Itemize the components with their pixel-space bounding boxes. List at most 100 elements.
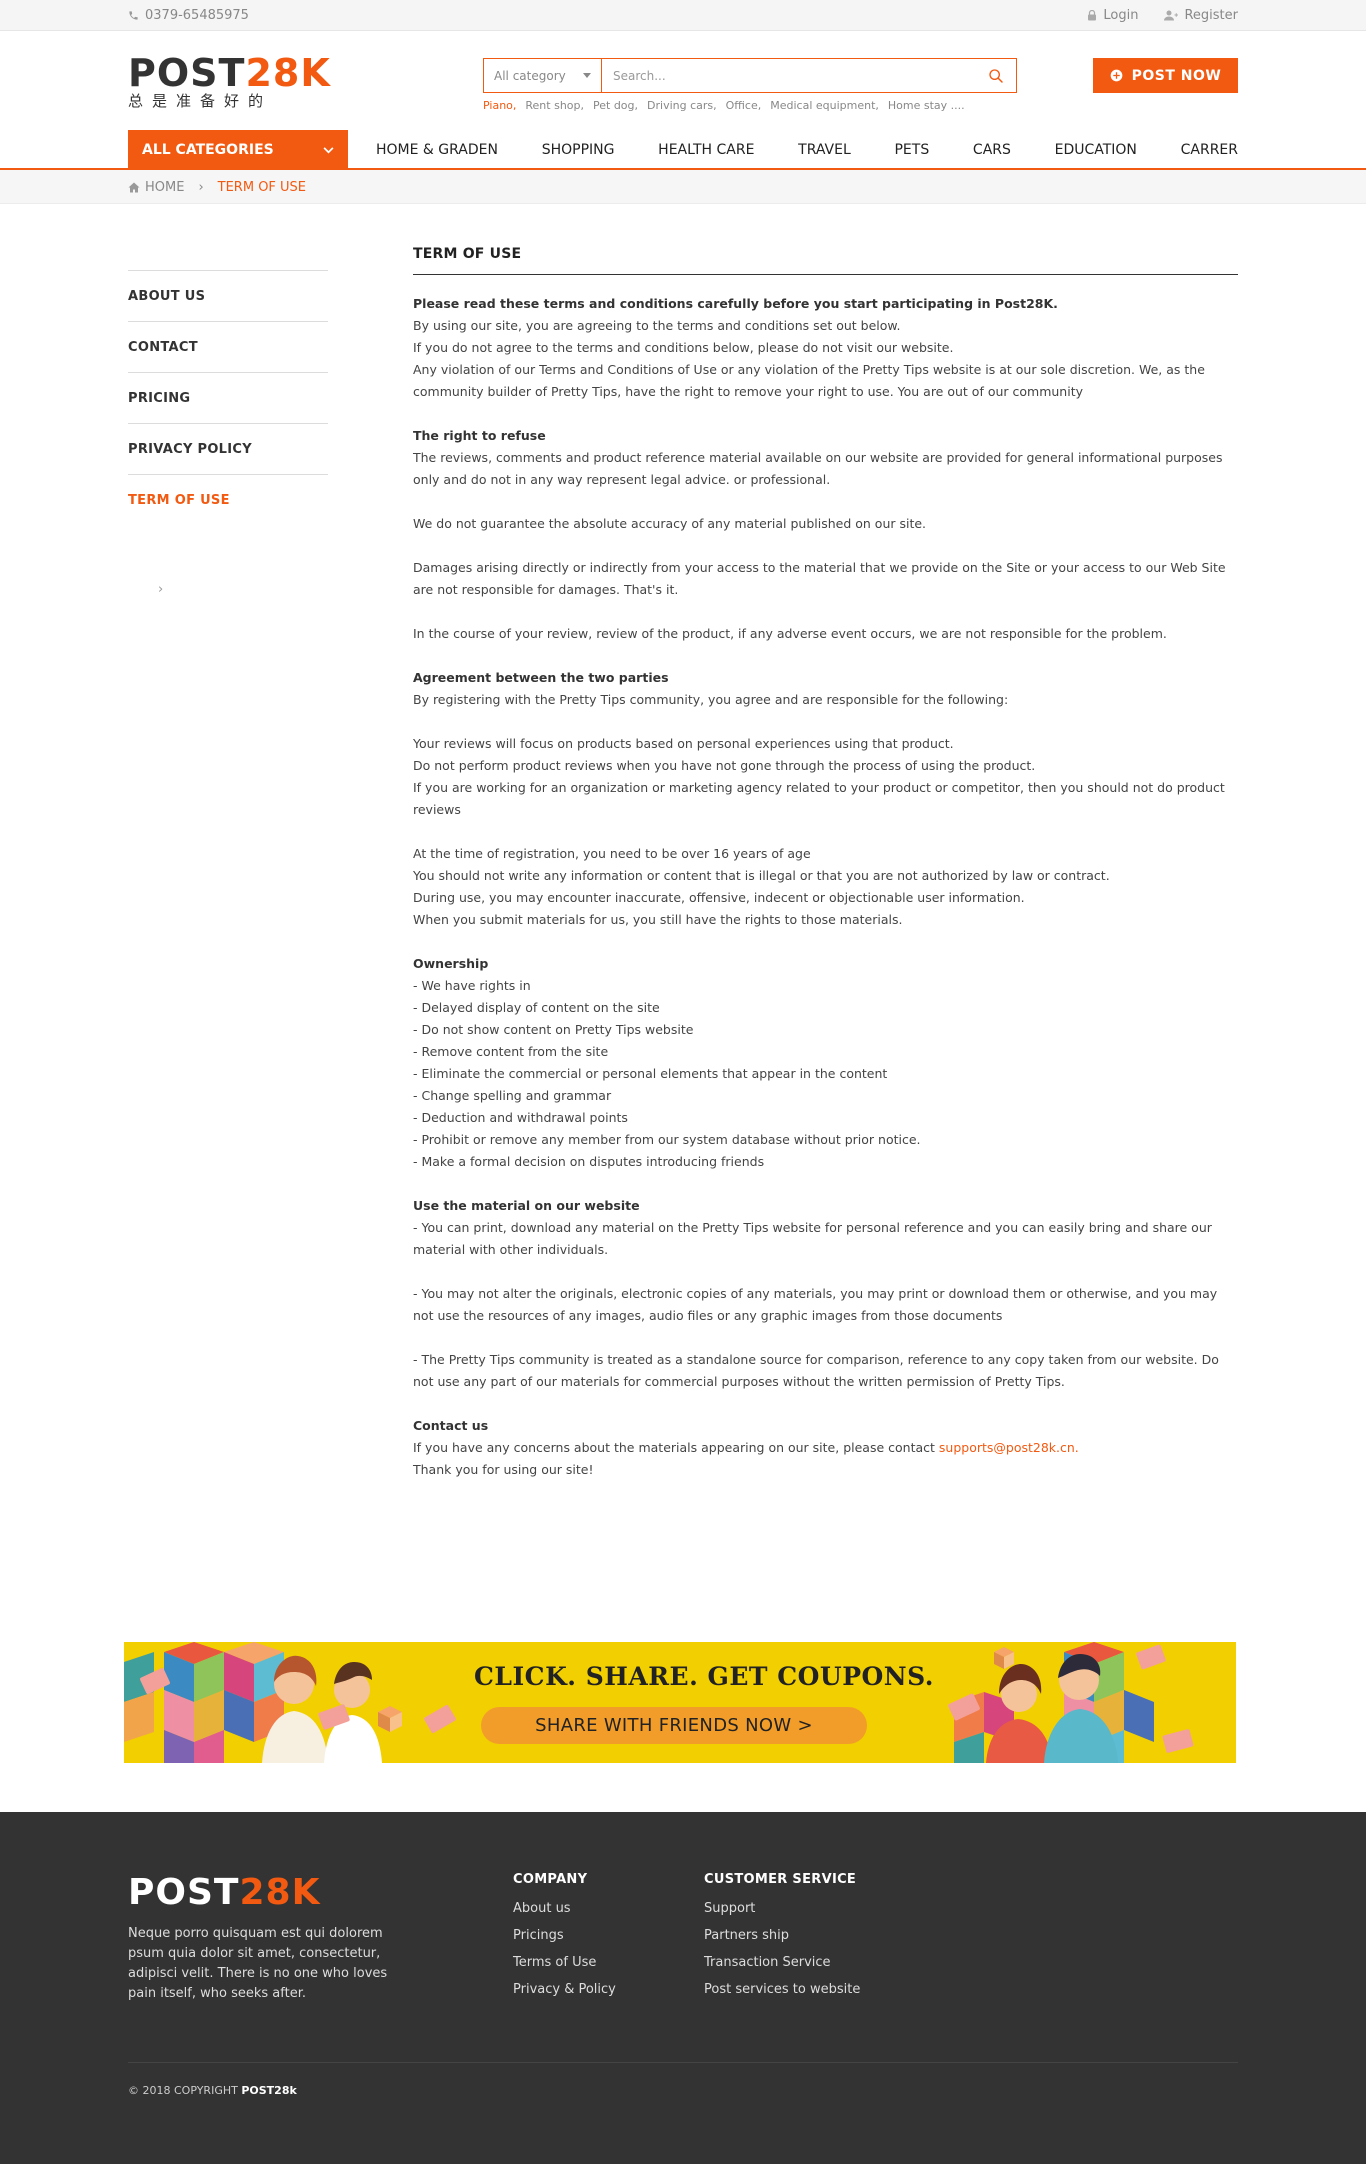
post-now-label: POST NOW [1131, 67, 1222, 84]
logo-main-text: POST [128, 51, 246, 95]
footer-link-pricings[interactable]: Pricings [513, 1927, 616, 1945]
nav-item-pets[interactable]: PETS [894, 142, 929, 158]
category-select-value: All category [494, 68, 566, 83]
all-categories-button[interactable]: ALL CATEGORIES [128, 130, 348, 170]
header: POST28K 总是准备好的 All category Piano, Rent … [0, 31, 1366, 130]
list-item: - Do not show content on Pretty Tips web… [413, 1022, 694, 1037]
search-tag[interactable]: Pet dog, [593, 99, 638, 112]
copyright-text: © 2018 COPYRIGHT [128, 2084, 238, 2097]
section-heading: The right to refuse [413, 428, 546, 443]
paragraph: When you submit materials for us, you st… [413, 912, 903, 927]
coupon-banner[interactable]: CLICK. SHARE. GET COUPONS. SHARE WITH FR… [124, 1642, 1236, 1763]
search-tag[interactable]: Medical equipment, [770, 99, 879, 112]
phone-number: 0379-65485975 [145, 8, 249, 23]
paragraph: Thank you for using our site! [413, 1462, 594, 1477]
nav-item-education[interactable]: EDUCATION [1055, 142, 1137, 158]
footer-logo[interactable]: POST28K [128, 1872, 320, 1913]
footer-company-column: COMPANY About us Pricings Terms of Use P… [513, 1872, 616, 2008]
paragraph: In the course of your review, review of … [413, 626, 1167, 641]
paragraph: By using our site, you are agreeing to t… [413, 318, 901, 333]
nav-item-cars[interactable]: CARS [973, 142, 1011, 158]
nav-item-shopping[interactable]: SHOPPING [542, 142, 615, 158]
nav-item-travel[interactable]: TRAVEL [798, 142, 851, 158]
nav-item-health-care[interactable]: HEALTH CARE [658, 142, 754, 158]
search-bar: All category [483, 58, 1017, 93]
list-item: - Prohibit or remove any member from our… [413, 1132, 921, 1147]
breadcrumb-current: TERM OF USE [217, 179, 307, 195]
category-select[interactable]: All category [484, 59, 602, 92]
footer-link-transaction-service[interactable]: Transaction Service [704, 1954, 860, 1972]
footer-description: Neque porro quisquam est qui dolorem psu… [128, 1926, 388, 2001]
banner-title: CLICK. SHARE. GET COUPONS. [474, 1662, 934, 1691]
list-item: - Eliminate the commercial or personal e… [413, 1066, 888, 1081]
paragraph: During use, you may encounter inaccurate… [413, 890, 1025, 905]
lock-icon [1088, 10, 1097, 21]
site-logo[interactable]: POST28K 总是准备好的 [128, 54, 331, 110]
footer-logo-main: POST [128, 1872, 240, 1913]
search-input[interactable] [602, 59, 976, 92]
main-content: ABOUT US CONTACT PRICING PRIVACY POLICY … [128, 204, 1238, 1584]
search-tag[interactable]: Home stay .... [888, 99, 965, 112]
sidebar-item-contact[interactable]: CONTACT [128, 321, 328, 372]
sidebar-item-term-of-use[interactable]: TERM OF USE [128, 474, 328, 525]
phone-icon [129, 11, 138, 20]
sidebar-item-pricing[interactable]: PRICING [128, 372, 328, 423]
sidebar-item-about-us[interactable]: ABOUT US [128, 270, 328, 321]
plus-circle-icon [1110, 69, 1122, 82]
list-item: - Delayed display of content on the site [413, 1000, 660, 1015]
footer-divider [128, 2062, 1238, 2063]
footer-column-title: CUSTOMER SERVICE [704, 1872, 857, 1887]
add-user-icon [1164, 10, 1179, 21]
footer-link-post-services[interactable]: Post services to website [704, 1981, 860, 1999]
paragraph: - You can print, download any material o… [413, 1220, 1212, 1257]
footer-link-partners-ship[interactable]: Partners ship [704, 1927, 860, 1945]
search-tag[interactable]: Rent shop, [525, 99, 584, 112]
search-tag[interactable]: Piano, [483, 99, 516, 112]
paragraph: If you have any concerns about the mater… [413, 1437, 1238, 1459]
banner-illustration [124, 1642, 1194, 1763]
paragraph: Damages arising directly or indirectly f… [413, 560, 1226, 597]
home-icon [128, 182, 140, 192]
paragraph: Do not perform product reviews when you … [413, 758, 1036, 773]
chevron-down-icon [323, 146, 334, 153]
section-heading: Use the material on our website [413, 1198, 640, 1213]
search-button[interactable] [976, 59, 1016, 92]
share-with-friends-button[interactable]: SHARE WITH FRIENDS NOW > [481, 1707, 867, 1744]
paragraph: By registering with the Pretty Tips comm… [413, 692, 1009, 707]
list-item: - Remove content from the site [413, 1044, 609, 1059]
nav-item-home-garden[interactable]: HOME & GRADEN [376, 142, 498, 158]
search-tag[interactable]: Office, [726, 99, 762, 112]
footer-link-support[interactable]: Support [704, 1900, 860, 1918]
search-tag[interactable]: Driving cars, [647, 99, 717, 112]
search-icon [989, 68, 1003, 83]
list-item: - Make a formal decision on disputes int… [413, 1154, 765, 1169]
all-categories-label: ALL CATEGORIES [142, 142, 274, 158]
footer-logo-accent: 28K [239, 1872, 321, 1913]
login-link[interactable]: Login [1087, 8, 1138, 23]
sidebar-item-privacy-policy[interactable]: PRIVACY POLICY [128, 423, 328, 474]
footer-link-about-us[interactable]: About us [513, 1900, 616, 1918]
caret-down-icon [583, 73, 591, 78]
login-label: Login [1103, 8, 1139, 23]
paragraph: We do not guarantee the absolute accurac… [413, 516, 927, 531]
sidebar: ABOUT US CONTACT PRICING PRIVACY POLICY … [128, 270, 328, 597]
breadcrumb-separator: › [198, 179, 204, 195]
chevron-right-icon[interactable]: › [158, 582, 163, 597]
paragraph: If you do not agree to the terms and con… [413, 340, 954, 355]
post-now-button[interactable]: POST NOW [1093, 58, 1238, 93]
breadcrumb: HOME › TERM OF USE [0, 170, 1366, 204]
footer-column-title: COMPANY [513, 1872, 588, 1887]
nav-item-carrer[interactable]: CARRER [1181, 142, 1238, 158]
popular-search-tags: Piano, Rent shop, Pet dog, Driving cars,… [483, 99, 965, 112]
footer-link-privacy-policy[interactable]: Privacy & Policy [513, 1981, 616, 1999]
footer-service-column: CUSTOMER SERVICE Support Partners ship T… [704, 1872, 860, 2008]
support-email-link[interactable]: supports@post28k.cn. [939, 1440, 1079, 1455]
contact-text: If you have any concerns about the mater… [413, 1440, 935, 1455]
paragraph: - The Pretty Tips community is treated a… [413, 1352, 1219, 1389]
register-link[interactable]: Register [1164, 8, 1238, 23]
breadcrumb-home[interactable]: HOME [128, 180, 184, 195]
section-heading: Ownership [413, 956, 489, 971]
section-heading: Agreement between the two parties [413, 670, 669, 685]
paragraph: The reviews, comments and product refere… [413, 450, 1223, 487]
footer-link-terms-of-use[interactable]: Terms of Use [513, 1954, 616, 1972]
